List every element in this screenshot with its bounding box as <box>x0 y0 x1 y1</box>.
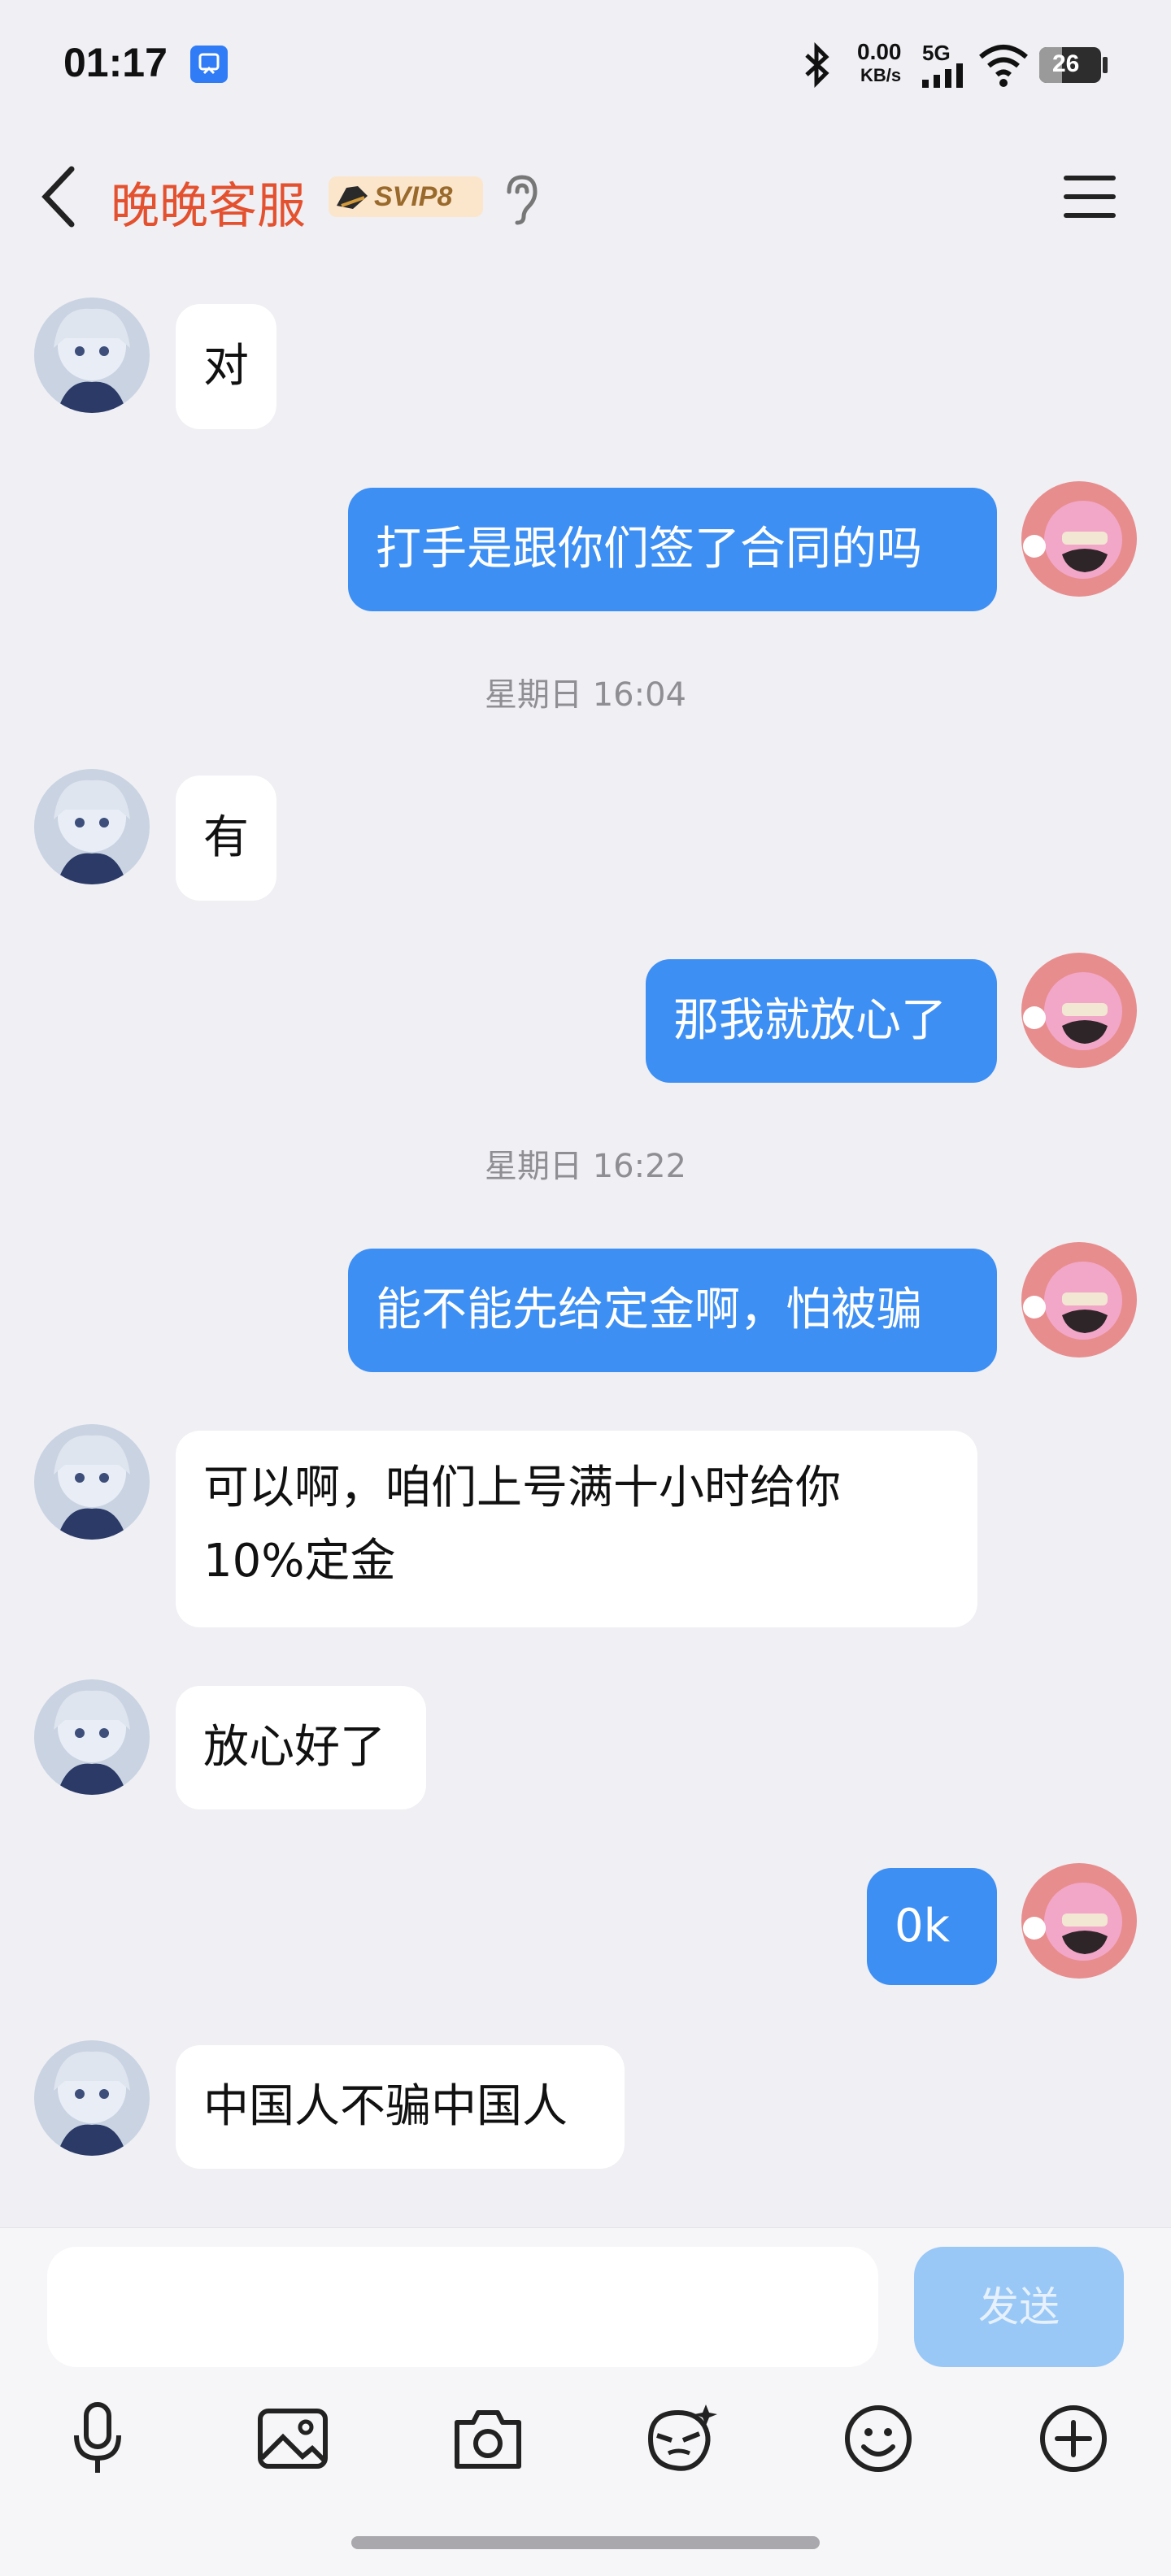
wifi-icon <box>979 45 1028 87</box>
menu-icon[interactable] <box>1062 174 1117 219</box>
message-bubble-incoming[interactable]: 中国人不骗中国人 <box>176 2045 625 2169</box>
message-bubble-outgoing[interactable]: 那我就放心了 <box>646 959 997 1083</box>
message-bubble-incoming[interactable]: 放心好了 <box>176 1686 426 1809</box>
agent-avatar[interactable] <box>34 298 150 413</box>
message-bubble-incoming[interactable]: 对 <box>176 304 276 429</box>
microphone-icon[interactable] <box>57 2398 138 2479</box>
message-bubble-outgoing[interactable]: 打手是跟你们签了合同的吗 <box>348 488 997 611</box>
hearing-icon[interactable] <box>498 172 543 226</box>
user-avatar[interactable] <box>1021 1863 1137 1979</box>
svip-label: SVIP8 <box>374 181 453 212</box>
message-bubble-incoming[interactable]: 可以啊，咱们上号满十小时给你 10%定金 <box>176 1431 977 1627</box>
plus-icon[interactable] <box>1033 2398 1114 2479</box>
net-speed-value: 0.00 <box>857 39 902 64</box>
back-arrow-icon[interactable] <box>36 163 85 231</box>
timestamp: 星期日 16:04 <box>485 676 686 714</box>
battery-level: 26 <box>1052 50 1080 77</box>
message-bubble-outgoing[interactable]: 0k <box>867 1868 997 1985</box>
agent-avatar[interactable] <box>34 1424 150 1540</box>
camera-icon[interactable] <box>447 2398 529 2479</box>
battery-icon: 26 <box>1039 47 1101 83</box>
net-speed-unit: KB/s <box>860 65 902 85</box>
home-indicator[interactable] <box>351 2536 820 2549</box>
message-input[interactable] <box>47 2247 878 2367</box>
timestamp: 星期日 16:22 <box>485 1148 686 1185</box>
agent-avatar[interactable] <box>34 2040 150 2156</box>
bluetooth-icon <box>805 42 829 88</box>
signal-icon <box>922 63 963 88</box>
status-time: 01:17 <box>63 40 168 85</box>
agent-avatar[interactable] <box>34 769 150 884</box>
message-line: 可以啊，咱们上号满十小时给你 <box>203 1462 841 1514</box>
svip-badge: SVIP8 <box>329 176 483 217</box>
message-bubble-incoming[interactable]: 有 <box>176 775 276 901</box>
agent-avatar[interactable] <box>34 1679 150 1795</box>
user-avatar[interactable] <box>1021 1242 1137 1358</box>
battery-tip <box>1103 57 1108 73</box>
chat-title[interactable]: 晚晚客服 <box>111 167 306 237</box>
network-type: 5G <box>922 41 951 65</box>
image-icon[interactable] <box>252 2398 333 2479</box>
status-bar: 01:17 0.00 KB/s 5G 26 <box>0 0 1171 130</box>
user-avatar[interactable] <box>1021 481 1137 597</box>
message-line: 10%定金 <box>203 1535 396 1588</box>
user-avatar[interactable] <box>1021 953 1137 1068</box>
sticker-icon[interactable] <box>639 2398 720 2479</box>
emoji-icon[interactable] <box>838 2398 919 2479</box>
message-bubble-outgoing[interactable]: 能不能先给定金啊，怕被骗 <box>348 1249 997 1372</box>
send-button[interactable]: 发送 <box>914 2247 1124 2367</box>
app-notification-icon <box>190 46 228 83</box>
